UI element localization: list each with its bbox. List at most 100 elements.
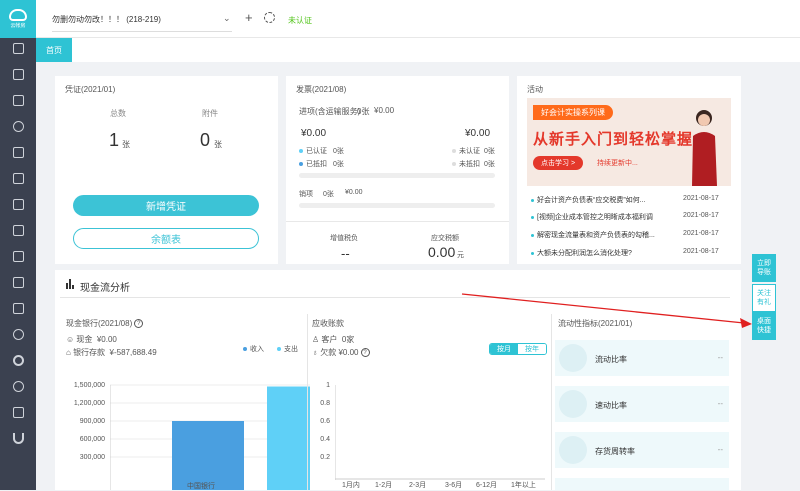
image-icon[interactable] <box>0 165 36 191</box>
receivable-title: 应收账款 <box>312 319 344 328</box>
news-date: 2021-08-17 <box>683 230 719 237</box>
deducted-count: 0张 <box>333 161 344 168</box>
liquidity-row: 流动比率 -- <box>555 340 729 376</box>
tax-icon[interactable] <box>0 269 36 295</box>
inventory-icon <box>559 436 587 464</box>
y-tick: 1,500,000 <box>73 382 105 389</box>
certified-dot <box>299 149 303 154</box>
app-logo[interactable]: 云帐房 <box>0 0 36 38</box>
printer-icon[interactable] <box>0 243 36 269</box>
news-date: 2021-08-17 <box>683 248 719 255</box>
settings-icon[interactable] <box>0 373 36 399</box>
sidebar: 云帐房 <box>0 0 36 490</box>
store-icon[interactable] <box>0 191 36 217</box>
y-tick: 0.6 <box>320 418 330 425</box>
certified-count: 0张 <box>333 148 344 155</box>
total-value: 1 <box>109 130 120 150</box>
new-voucher-button[interactable]: 新增凭证 <box>73 195 259 216</box>
attach-unit: 张 <box>214 140 222 149</box>
activity-title: 活动 <box>527 85 543 94</box>
undeducted-label: 未抵扣 <box>459 161 480 168</box>
cash-row: ☺ 现金 ¥0.00 <box>66 335 117 344</box>
period-toggle[interactable]: 按月 按年 <box>489 343 547 355</box>
tax-value: 0.00 <box>428 244 456 260</box>
news-item[interactable]: 好会计资产负债表“应交税费”如何... <box>531 195 646 205</box>
help-icon[interactable]: ? <box>360 348 370 358</box>
y-tick: 0.8 <box>320 400 330 407</box>
receivable-svg <box>335 385 545 480</box>
liquidity-row: 速动比率 -- <box>555 386 729 422</box>
input-amount: ¥0.00 <box>374 106 395 115</box>
toggle-month[interactable]: 按月 <box>490 344 518 354</box>
news-item[interactable]: 解密现金流量表和资产负债表的勾稽... <box>531 230 655 240</box>
cloud-icon <box>9 9 27 21</box>
uncertified-row: 未认证 <box>452 146 480 156</box>
desktop-shortcut-button[interactable]: 桌面快捷 <box>752 312 776 340</box>
cashflow-title: 现金流分析 <box>80 283 130 294</box>
y-tick: 0.2 <box>320 454 330 461</box>
cert-status[interactable]: 未认证 <box>288 15 312 26</box>
y-tick: 1 <box>326 382 330 389</box>
y-tick: 1,200,000 <box>73 400 105 407</box>
legend-income: 收入 <box>243 344 264 354</box>
uncertified-count: 0张 <box>484 148 495 155</box>
input-label: 进项(含运输服务) <box>299 107 361 116</box>
c-icon[interactable] <box>0 347 36 373</box>
output-progress-bar <box>299 203 495 208</box>
vat-value: -- <box>341 246 350 261</box>
undeducted-dot <box>452 162 456 167</box>
follow-gift-button[interactable]: 关注有礼 <box>752 284 776 312</box>
top-bar: 勿删勿动勿改！！！ (218-219) ⌄ + 未认证 <box>36 0 800 38</box>
x-tick: 2-3月 <box>409 482 427 489</box>
v-icon[interactable] <box>0 425 36 451</box>
home-icon[interactable] <box>0 35 36 61</box>
tax-unit: 元 <box>457 252 464 259</box>
money-bag-icon[interactable] <box>0 113 36 139</box>
amount-right: ¥0.00 <box>465 128 491 139</box>
chevron-down-icon[interactable]: ⌄ <box>223 13 231 24</box>
balance-sheet-button[interactable]: 余额表 <box>73 228 259 249</box>
owed-row: ♁ 欠款 ¥0.00? <box>312 347 370 358</box>
uncertified-dot <box>452 149 456 154</box>
monitor-icon[interactable] <box>0 399 36 425</box>
liquidity-row-partial <box>555 478 729 490</box>
banner-learn-button[interactable]: 点击学习 > <box>533 156 584 170</box>
bank-chart: 1,500,000 1,200,000 900,000 600,000 300,… <box>55 380 310 490</box>
invoice-card: 发票(2021/08) <box>286 76 509 264</box>
help-icon[interactable]: ? <box>134 319 144 329</box>
news-item[interactable]: 大额未分配利润怎么消化处理? <box>531 248 632 258</box>
bank-bars-svg <box>110 384 310 490</box>
banner-dots[interactable] <box>622 178 636 186</box>
news-item[interactable]: [视频]企业成本管控之明晰成本福利调 <box>531 212 653 222</box>
output-amount: ¥0.00 <box>345 189 363 196</box>
bank-title: 现金银行(2021/08)? <box>66 318 144 329</box>
uncertified-label: 未认证 <box>459 148 480 155</box>
input-count: 0张 <box>357 107 370 116</box>
company-select[interactable]: 勿删勿动勿改！！！ (218-219) <box>52 14 161 25</box>
customer-row: ♙ 客户 0家 <box>312 335 355 344</box>
undeducted-row: 未抵扣 <box>452 159 480 169</box>
y-tick: 600,000 <box>79 436 105 443</box>
course-banner[interactable]: 好会计实操系列课 从新手入门到轻松掌握 点击学习 > 持续更新中... <box>527 98 731 186</box>
bar-income <box>172 421 244 490</box>
toggle-year[interactable]: 按年 <box>518 344 546 354</box>
tab-home[interactable]: 首页 <box>36 38 72 62</box>
chart-icon[interactable] <box>0 87 36 113</box>
legend-expense: 支出 <box>277 344 298 354</box>
house-icon[interactable] <box>0 217 36 243</box>
gear-icon[interactable] <box>264 12 275 23</box>
add-icon[interactable]: + <box>245 10 253 25</box>
voucher-icon[interactable] <box>0 61 36 87</box>
tax-label: 应交税额 <box>431 235 459 242</box>
report-icon[interactable] <box>0 295 36 321</box>
x-tick: 1月内 <box>342 482 360 489</box>
banner-title: 从新手入门到轻松掌握 <box>533 131 694 148</box>
cloud-sync-icon[interactable] <box>0 321 36 347</box>
import-now-button[interactable]: 立即导账 <box>752 254 776 282</box>
invoice-icon[interactable] <box>0 139 36 165</box>
x-tick: 6-12月 <box>476 482 498 489</box>
receivable-chart: 1 0.8 0.6 0.4 0.2 1月内 1-2月 2-3月 3-6月 6-1… <box>305 380 550 490</box>
x-tick: 3-6月 <box>445 482 463 489</box>
undeducted-count: 0张 <box>484 161 495 168</box>
invoice-title: 发票(2021/08) <box>296 85 347 94</box>
